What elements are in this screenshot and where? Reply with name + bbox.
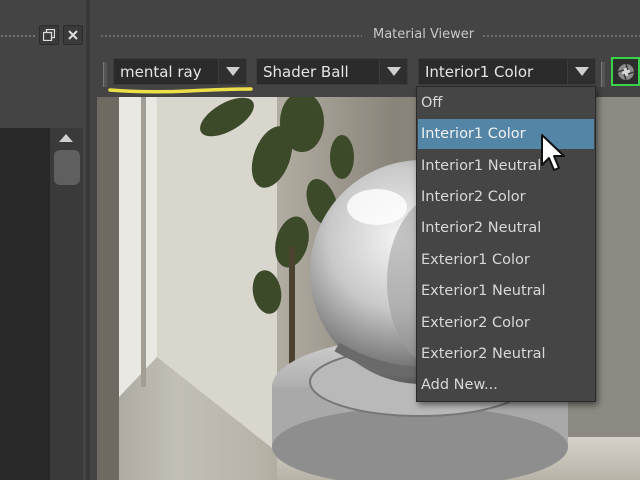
- scroll-thumb[interactable]: [54, 150, 80, 185]
- menu-item-exterior2-color[interactable]: Exterior2 Color: [418, 308, 594, 338]
- toolbar-grip[interactable]: [601, 62, 605, 87]
- menu-item-interior1-neutral[interactable]: Interior1 Neutral: [418, 151, 594, 181]
- float-window-icon: [43, 29, 55, 41]
- chevron-down-icon: [386, 67, 401, 76]
- environment-menu: Off Interior1 Color Interior1 Neutral In…: [416, 86, 596, 402]
- render-view-button[interactable]: [611, 57, 640, 86]
- menu-item-interior1-color[interactable]: Interior1 Color: [418, 119, 594, 149]
- environment-dropdown[interactable]: Interior1 Color: [418, 58, 596, 85]
- panel-drag-handle[interactable]: [100, 34, 362, 38]
- float-window-button[interactable]: [39, 25, 59, 45]
- environment-value: Interior1 Color: [425, 62, 534, 81]
- menu-item-off[interactable]: Off: [418, 88, 594, 118]
- vertical-scrollbar[interactable]: [50, 128, 83, 480]
- scroll-up-icon[interactable]: [59, 134, 73, 142]
- close-panel-button[interactable]: [63, 25, 83, 45]
- menu-item-interior2-color[interactable]: Interior2 Color: [418, 182, 594, 212]
- menu-item-exterior1-color[interactable]: Exterior1 Color: [418, 245, 594, 275]
- render-view-icon: [617, 63, 634, 80]
- highlighter-stroke: [108, 87, 253, 94]
- panel-drag-handle[interactable]: [0, 34, 36, 38]
- menu-item-exterior1-neutral[interactable]: Exterior1 Neutral: [418, 276, 594, 306]
- menu-item-interior2-neutral[interactable]: Interior2 Neutral: [418, 213, 594, 243]
- left-panel: [0, 0, 91, 480]
- toolbar-grip[interactable]: [103, 62, 107, 87]
- panel-title: Material Viewer: [373, 27, 475, 42]
- panel-drag-handle[interactable]: [482, 34, 640, 38]
- geometry-dropdown[interactable]: Shader Ball: [256, 58, 408, 85]
- close-icon: [68, 30, 78, 40]
- renderer-value: mental ray: [120, 62, 202, 81]
- menu-item-exterior2-neutral[interactable]: Exterior2 Neutral: [418, 339, 594, 369]
- panel-splitter[interactable]: [86, 0, 90, 480]
- renderer-dropdown[interactable]: mental ray: [113, 58, 247, 85]
- environment-dropdown-arrow[interactable]: [567, 59, 595, 84]
- chevron-down-icon: [225, 67, 240, 76]
- menu-item-add-new[interactable]: Add New...: [418, 370, 594, 400]
- mouse-pointer-icon: [541, 134, 565, 171]
- geometry-dropdown-arrow[interactable]: [379, 59, 407, 84]
- renderer-dropdown-arrow[interactable]: [218, 59, 246, 84]
- left-panel-content: [0, 128, 50, 480]
- chevron-down-icon: [574, 67, 589, 76]
- geometry-value: Shader Ball: [263, 62, 349, 81]
